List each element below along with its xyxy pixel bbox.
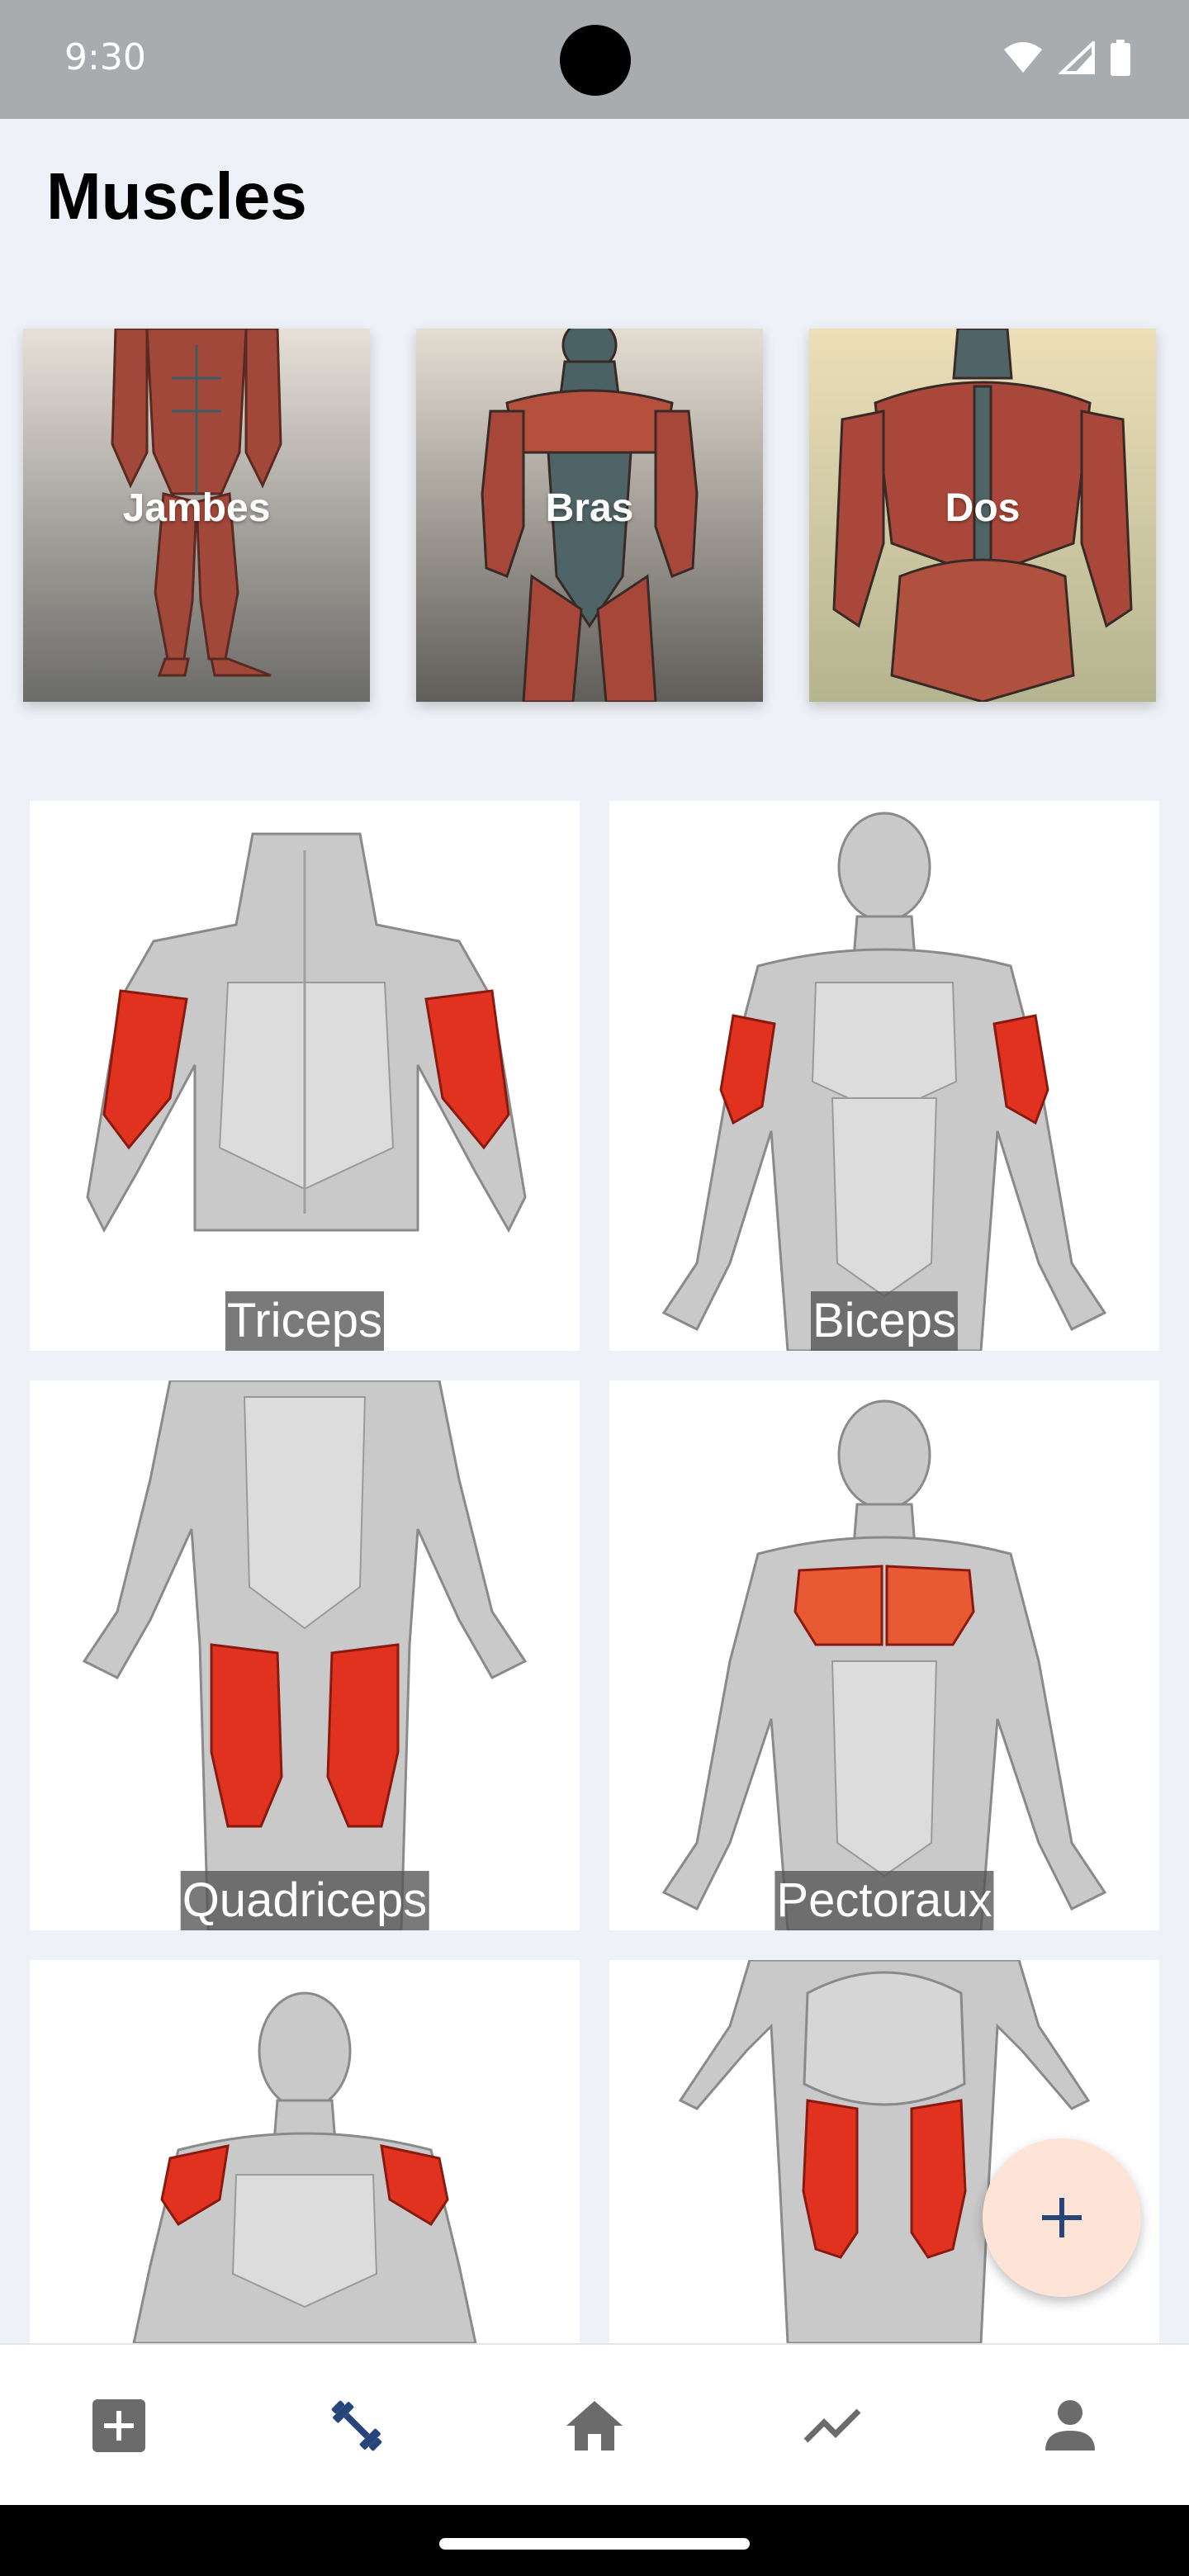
status-icons: [1002, 40, 1131, 76]
muscle-label: Quadriceps: [180, 1871, 429, 1930]
muscle-label: Pectoraux: [775, 1871, 994, 1930]
dumbbell-icon: [331, 2400, 382, 2451]
category-row: Jambes Bras Dos: [23, 329, 1166, 702]
nav-item-add[interactable]: [0, 2345, 238, 2507]
status-time: 9:30: [64, 36, 146, 78]
plus-icon: [1042, 2198, 1082, 2237]
page-title: Muscles: [46, 159, 307, 233]
battery-icon: [1111, 40, 1130, 76]
camera-cutout: [560, 25, 631, 96]
pectoraux-anatomy-image: [609, 1380, 1159, 1930]
muscle-card-pectoraux[interactable]: Pectoraux: [609, 1380, 1159, 1930]
person-icon: [1045, 2400, 1095, 2451]
trending-icon: [803, 2408, 861, 2443]
muscle-card-triceps[interactable]: Triceps: [30, 801, 580, 1351]
muscle-card-quadriceps[interactable]: Quadriceps: [30, 1380, 580, 1930]
category-label: Bras: [545, 486, 634, 530]
quadriceps-anatomy-image: [30, 1380, 580, 1930]
status-bar: 9:30: [0, 0, 1189, 119]
add-box-icon: [92, 2399, 145, 2452]
nav-item-exercises[interactable]: [238, 2345, 476, 2507]
muscle-label: Triceps: [225, 1291, 384, 1351]
muscle-card-shoulders[interactable]: [30, 1960, 580, 2343]
category-card-arms[interactable]: Bras: [416, 329, 763, 702]
nav-item-home[interactable]: [476, 2345, 713, 2507]
home-icon: [566, 2401, 623, 2451]
signal-icon: [1059, 41, 1095, 74]
nav-item-stats[interactable]: [713, 2345, 951, 2507]
triceps-anatomy-image: [30, 801, 580, 1351]
category-card-back[interactable]: Dos: [809, 329, 1156, 702]
category-label: Jambes: [122, 486, 271, 530]
bottom-nav: [0, 2343, 1189, 2505]
system-nav-bar: [0, 2505, 1189, 2576]
biceps-anatomy-image: [609, 801, 1159, 1351]
wifi-icon: [1004, 42, 1042, 73]
shoulders-anatomy-image: [30, 1960, 580, 2343]
home-gesture-handle[interactable]: [439, 2538, 750, 2550]
nav-item-profile[interactable]: [951, 2345, 1189, 2507]
add-fab-button[interactable]: [983, 2138, 1141, 2297]
muscle-card-biceps[interactable]: Biceps: [609, 801, 1159, 1351]
muscle-label: Biceps: [810, 1291, 959, 1351]
category-card-legs[interactable]: Jambes: [23, 329, 370, 702]
category-label: Dos: [945, 486, 1021, 530]
